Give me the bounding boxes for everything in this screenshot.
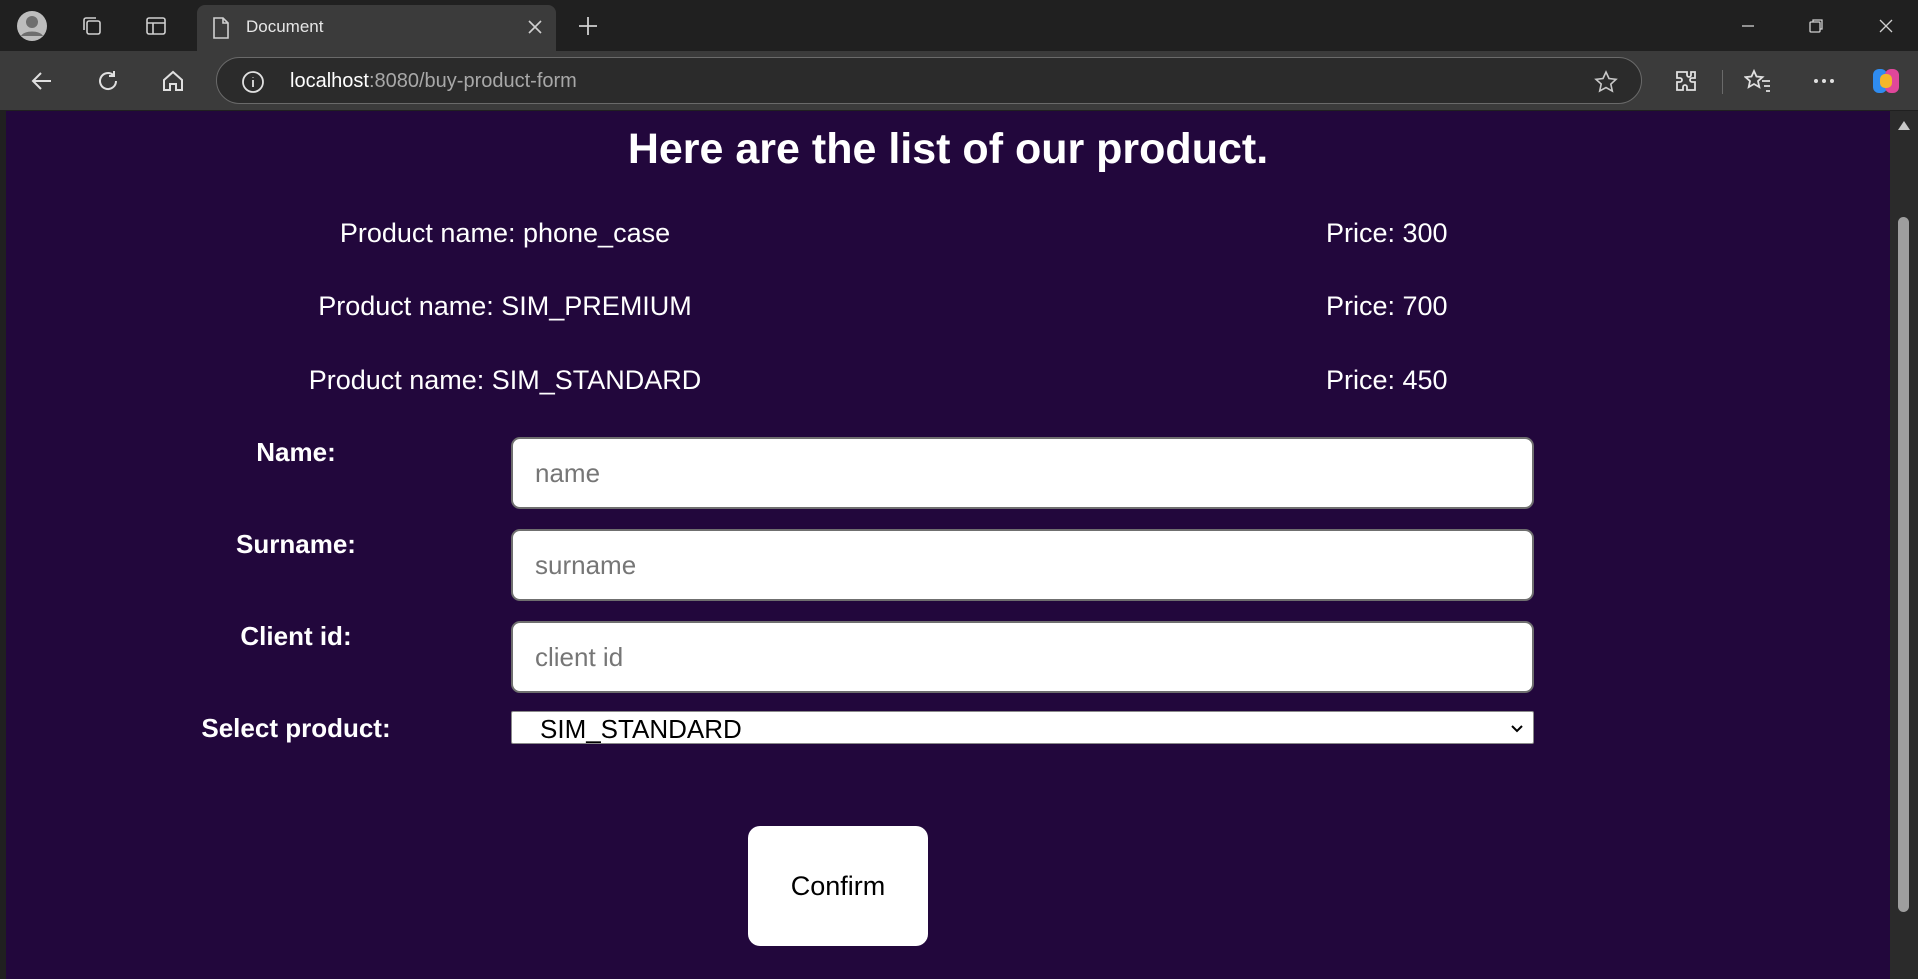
- confirm-button[interactable]: Confirm: [748, 826, 928, 946]
- url-host: localhost: [290, 70, 369, 92]
- window-close-icon[interactable]: [1866, 8, 1906, 44]
- product-price: Price: 450: [1326, 365, 1448, 395]
- page-heading: Here are the list of our product.: [627, 125, 1269, 173]
- minimize-icon[interactable]: [1728, 8, 1768, 44]
- browser-toolbar: localhost:8080/buy-product-form: [0, 51, 1918, 110]
- name-label: Name:: [256, 437, 336, 467]
- product-name: Product name: SIM_PREMIUM: [318, 291, 692, 321]
- extensions-icon[interactable]: [1666, 61, 1706, 101]
- surname-input[interactable]: [511, 529, 1534, 601]
- vertical-scrollbar[interactable]: [1890, 111, 1918, 979]
- product-select-value: SIM_STANDARD: [540, 714, 742, 744]
- product-row: Product name: SIM_STANDARD Price: 450: [6, 365, 1890, 401]
- copilot-icon[interactable]: [1866, 61, 1906, 101]
- close-icon[interactable]: [526, 18, 544, 41]
- product-row: Product name: SIM_PREMIUM Price: 700: [6, 291, 1890, 327]
- workspaces-icon[interactable]: [74, 8, 110, 44]
- product-select[interactable]: SIM_STANDARD: [511, 711, 1534, 744]
- info-icon[interactable]: [241, 70, 265, 99]
- refresh-icon[interactable]: [88, 61, 128, 101]
- product-price: Price: 300: [1326, 218, 1448, 248]
- scrollbar-thumb[interactable]: [1898, 217, 1909, 912]
- home-icon[interactable]: [153, 61, 193, 101]
- document-icon: [211, 16, 231, 45]
- new-tab-icon[interactable]: [570, 8, 606, 44]
- favorites-icon[interactable]: [1738, 61, 1778, 101]
- address-bar[interactable]: localhost:8080/buy-product-form: [216, 57, 1642, 104]
- tab-document[interactable]: Document: [197, 5, 556, 51]
- scroll-up-arrow-icon[interactable]: [1898, 121, 1910, 130]
- back-icon[interactable]: [22, 61, 62, 101]
- url-path: :8080/buy-product-form: [368, 70, 577, 92]
- client-id-input[interactable]: [511, 621, 1534, 693]
- browser-title-bar: Document: [0, 0, 1918, 51]
- product-price: Price: 700: [1326, 291, 1448, 321]
- product-name: Product name: phone_case: [339, 218, 671, 248]
- surname-label: Surname:: [236, 529, 356, 559]
- more-icon[interactable]: [1804, 61, 1844, 101]
- profile-icon[interactable]: [14, 8, 50, 44]
- favorite-star-icon[interactable]: [1593, 69, 1619, 100]
- url-text: localhost:8080/buy-product-form: [290, 70, 577, 93]
- chevron-down-icon: [1509, 721, 1525, 742]
- page-viewport: Here are the list of our product. Produc…: [6, 111, 1890, 979]
- restore-icon[interactable]: [1796, 8, 1836, 44]
- tab-title: Document: [246, 17, 324, 36]
- product-name: Product name: SIM_STANDARD: [308, 365, 702, 395]
- tab-actions-icon[interactable]: [138, 8, 174, 44]
- toolbar-separator: [1722, 70, 1723, 94]
- client-id-label: Client id:: [240, 621, 352, 651]
- select-product-label: Select product:: [201, 713, 391, 743]
- product-row: Product name: phone_case Price: 300: [6, 218, 1890, 254]
- name-input[interactable]: [511, 437, 1534, 509]
